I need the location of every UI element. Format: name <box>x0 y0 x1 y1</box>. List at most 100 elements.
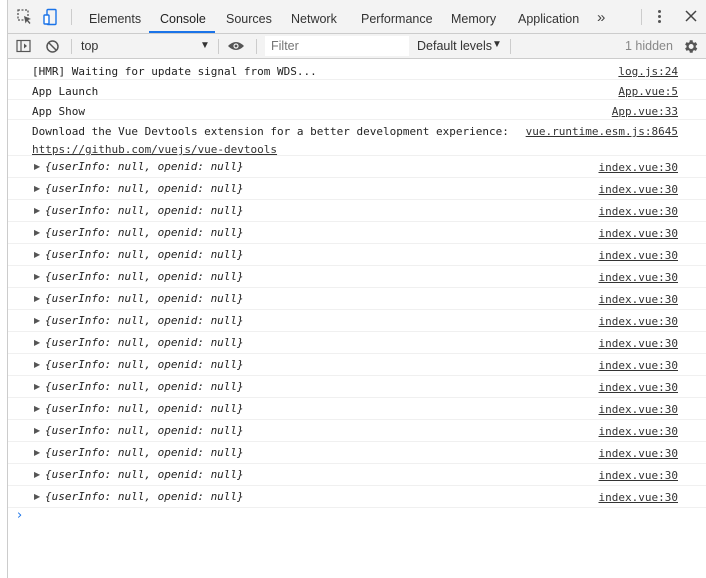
vue-devtools-link[interactable]: https://github.com/vuejs/vue-devtools <box>32 143 277 156</box>
object-preview[interactable]: {userInfo: null, openid: null} <box>45 314 244 327</box>
tab-network[interactable]: Network <box>291 0 337 33</box>
message-source-link[interactable]: index.vue:30 <box>599 315 678 328</box>
message-source-link[interactable]: index.vue:30 <box>599 161 678 174</box>
hidden-messages-count: 1 hidden <box>625 39 673 53</box>
expand-arrow-icon[interactable]: ▶ <box>34 470 40 479</box>
message-text: App Show <box>32 105 85 118</box>
expand-arrow-icon[interactable]: ▶ <box>34 448 40 457</box>
object-preview[interactable]: {userInfo: null, openid: null} <box>45 336 244 349</box>
context-selector[interactable]: top <box>81 39 98 53</box>
object-log-row[interactable]: ▶ {userInfo: null, openid: null} index.vue… <box>8 266 706 288</box>
object-preview[interactable]: {userInfo: null, openid: null} <box>45 182 244 195</box>
expand-arrow-icon[interactable]: ▶ <box>34 426 40 435</box>
message-source-link[interactable]: log.js:24 <box>618 65 678 78</box>
message-source-link[interactable]: vue.runtime.esm.js:8645 <box>526 125 678 138</box>
object-log-row[interactable]: ▶ {userInfo: null, openid: null} index.vue… <box>8 398 706 420</box>
object-preview[interactable]: {userInfo: null, openid: null} <box>45 270 244 283</box>
clear-console-icon[interactable] <box>45 39 60 54</box>
message-text: [HMR] Waiting for update signal from WDS… <box>32 65 317 78</box>
object-preview[interactable]: {userInfo: null, openid: null} <box>45 248 244 261</box>
object-preview[interactable]: {userInfo: null, openid: null} <box>45 380 244 393</box>
expand-arrow-icon[interactable]: ▶ <box>34 492 40 501</box>
expand-arrow-icon[interactable]: ▶ <box>34 206 40 215</box>
message-source-link[interactable]: index.vue:30 <box>599 425 678 438</box>
close-icon[interactable] <box>684 9 698 23</box>
toolbar-divider <box>641 9 642 25</box>
object-log-row[interactable]: ▶ {userInfo: null, openid: null} index.vue… <box>8 442 706 464</box>
object-log-row[interactable]: ▶ {userInfo: null, openid: null} index.vue… <box>8 332 706 354</box>
customize-menu-icon[interactable] <box>658 10 662 26</box>
message-source-link[interactable]: App.vue:33 <box>612 105 678 118</box>
expand-arrow-icon[interactable]: ▶ <box>34 228 40 237</box>
console-prompt-icon[interactable]: › <box>17 508 22 523</box>
message-source-link[interactable]: index.vue:30 <box>599 227 678 240</box>
object-log-row[interactable]: ▶ {userInfo: null, openid: null} index.vue… <box>8 178 706 200</box>
tab-application[interactable]: Application <box>518 0 579 33</box>
object-log-row[interactable]: ▶ {userInfo: null, openid: null} index.vue… <box>8 200 706 222</box>
device-toolbar-icon[interactable] <box>42 8 60 26</box>
message-source-link[interactable]: index.vue:30 <box>599 359 678 372</box>
message-source-link[interactable]: App.vue:5 <box>618 85 678 98</box>
object-preview[interactable]: {userInfo: null, openid: null} <box>45 204 244 217</box>
message-text: App Launch <box>32 85 99 98</box>
message-source-link[interactable]: index.vue:30 <box>599 447 678 460</box>
tab-console[interactable]: Console <box>160 0 206 33</box>
object-preview[interactable]: {userInfo: null, openid: null} <box>45 402 244 415</box>
message-source-link[interactable]: index.vue:30 <box>599 469 678 482</box>
object-preview[interactable]: {userInfo: null, openid: null} <box>45 424 244 437</box>
devtools-tab-bar: Elements Console Sources Network Perform… <box>8 0 706 34</box>
message-source-link[interactable]: index.vue:30 <box>599 205 678 218</box>
object-preview[interactable]: {userInfo: null, openid: null} <box>45 446 244 459</box>
object-preview[interactable]: {userInfo: null, openid: null} <box>45 292 244 305</box>
expand-arrow-icon[interactable]: ▶ <box>34 294 40 303</box>
object-log-row[interactable]: ▶ {userInfo: null, openid: null} index.vue… <box>8 464 706 486</box>
tab-performance[interactable]: Performance <box>361 0 433 33</box>
message-source-link[interactable]: index.vue:30 <box>599 249 678 262</box>
expand-arrow-icon[interactable]: ▶ <box>34 184 40 193</box>
more-tabs-icon[interactable]: » <box>597 9 605 26</box>
message-text: Download the Vue Devtools extension for … <box>32 125 509 138</box>
object-preview[interactable]: {userInfo: null, openid: null} <box>45 358 244 371</box>
message-source-link[interactable]: index.vue:30 <box>599 271 678 284</box>
expand-arrow-icon[interactable]: ▶ <box>34 272 40 281</box>
log-levels-dropdown-icon[interactable]: ▼ <box>492 39 502 50</box>
expand-arrow-icon[interactable]: ▶ <box>34 162 40 171</box>
console-messages: [HMR] Waiting for update signal from WDS… <box>8 60 706 508</box>
object-log-row[interactable]: ▶ {userInfo: null, openid: null} index.vue… <box>8 376 706 398</box>
expand-arrow-icon[interactable]: ▶ <box>34 404 40 413</box>
object-log-row[interactable]: ▶ {userInfo: null, openid: null} index.vue… <box>8 288 706 310</box>
expand-arrow-icon[interactable]: ▶ <box>34 316 40 325</box>
expand-arrow-icon[interactable]: ▶ <box>34 382 40 391</box>
message-source-link[interactable]: index.vue:30 <box>599 381 678 394</box>
filter-input[interactable] <box>265 36 409 56</box>
expand-arrow-icon[interactable]: ▶ <box>34 338 40 347</box>
message-source-link[interactable]: index.vue:30 <box>599 491 678 504</box>
context-dropdown-icon[interactable]: ▼ <box>200 40 210 51</box>
message-source-link[interactable]: index.vue:30 <box>599 293 678 306</box>
object-preview[interactable]: {userInfo: null, openid: null} <box>45 490 244 503</box>
inspect-element-icon[interactable] <box>16 8 34 26</box>
object-log-row[interactable]: ▶ {userInfo: null, openid: null} index.vue… <box>8 222 706 244</box>
message-source-link[interactable]: index.vue:30 <box>599 337 678 350</box>
sidebar-toggle-icon[interactable] <box>16 39 32 54</box>
object-log-row[interactable]: ▶ {userInfo: null, openid: null} index.vue… <box>8 310 706 332</box>
toolbar-divider <box>71 9 72 25</box>
tab-elements[interactable]: Elements <box>89 0 141 33</box>
message-source-link[interactable]: index.vue:30 <box>599 403 678 416</box>
object-log-row[interactable]: ▶ {userInfo: null, openid: null} index.vue… <box>8 420 706 442</box>
object-preview[interactable]: {userInfo: null, openid: null} <box>45 160 244 173</box>
object-preview[interactable]: {userInfo: null, openid: null} <box>45 226 244 239</box>
tab-sources[interactable]: Sources <box>226 0 272 33</box>
expand-arrow-icon[interactable]: ▶ <box>34 250 40 259</box>
message-source-link[interactable]: index.vue:30 <box>599 183 678 196</box>
object-log-row[interactable]: ▶ {userInfo: null, openid: null} index.vue… <box>8 486 706 508</box>
live-expression-eye-icon[interactable] <box>227 40 245 52</box>
gear-icon[interactable] <box>682 38 699 55</box>
expand-arrow-icon[interactable]: ▶ <box>34 360 40 369</box>
tab-memory[interactable]: Memory <box>451 0 496 33</box>
object-log-row[interactable]: ▶ {userInfo: null, openid: null} index.vue… <box>8 354 706 376</box>
object-log-row[interactable]: ▶ {userInfo: null, openid: null} index.vue… <box>8 244 706 266</box>
object-preview[interactable]: {userInfo: null, openid: null} <box>45 468 244 481</box>
log-levels-dropdown[interactable]: Default levels <box>417 39 492 53</box>
object-log-row[interactable]: ▶ {userInfo: null, openid: null} index.vue… <box>8 156 706 178</box>
